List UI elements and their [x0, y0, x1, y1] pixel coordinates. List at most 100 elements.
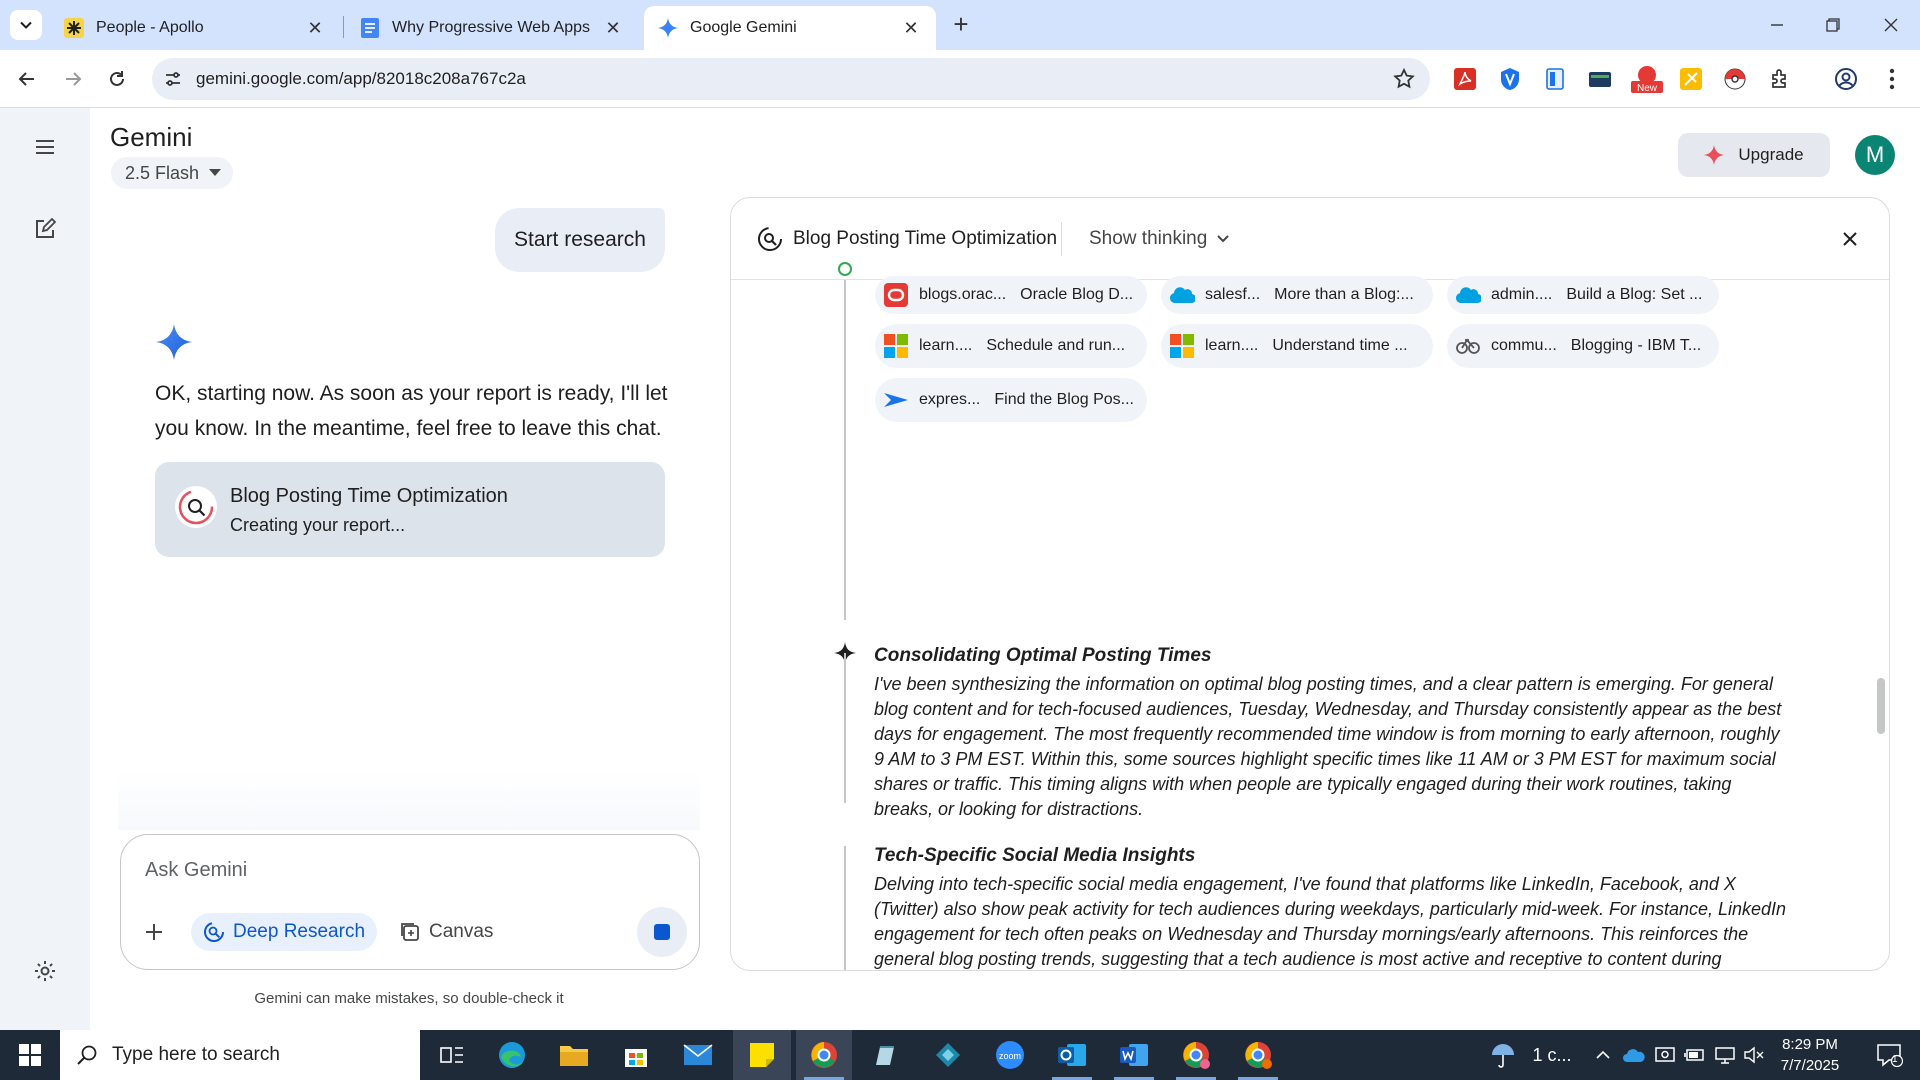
- new-extension-icon[interactable]: New: [1630, 65, 1664, 94]
- back-button[interactable]: [12, 64, 42, 94]
- source-title: Oracle Blog D...: [1020, 286, 1134, 303]
- onedrive-icon[interactable]: [1620, 1030, 1648, 1080]
- task-view-icon: [440, 1047, 463, 1063]
- salesforce-icon: [1455, 282, 1481, 308]
- clock[interactable]: 8:29 PM 7/7/2025: [1768, 1034, 1852, 1076]
- canvas-toggle[interactable]: Canvas: [389, 913, 503, 951]
- source-chip[interactable]: blogs.orac... Oracle Blog D...: [875, 276, 1147, 314]
- source-chip[interactable]: learn.... Understand time ...: [1161, 324, 1433, 368]
- timeline-line: [844, 846, 846, 970]
- panel-title: Blog Posting Time Optimization: [793, 228, 1058, 249]
- user-message: Start research: [495, 208, 665, 272]
- profile-icon[interactable]: [1832, 65, 1860, 93]
- source-chip[interactable]: expres... Find the Blog Pos...: [875, 378, 1147, 422]
- start-button[interactable]: [0, 1030, 60, 1080]
- diamond-app[interactable]: [920, 1030, 976, 1080]
- volume-muted-icon[interactable]: [1741, 1030, 1767, 1080]
- weather-icon[interactable]: [1486, 1030, 1520, 1080]
- close-icon[interactable]: ✕: [900, 17, 922, 39]
- chrome-profile-app[interactable]: [1168, 1030, 1224, 1080]
- upgrade-button[interactable]: Upgrade: [1678, 133, 1830, 177]
- tab-search-button[interactable]: [10, 10, 42, 40]
- browser-tabstrip: People - Apollo ✕ Why Progressive Web Ap…: [0, 0, 1920, 50]
- notification-center-button[interactable]: 1: [1866, 1030, 1912, 1080]
- taskbar-search[interactable]: Type here to search: [60, 1030, 420, 1080]
- mail-app[interactable]: [670, 1030, 726, 1080]
- model-selector[interactable]: 2.5 Flash: [111, 157, 234, 189]
- step-title: Consolidating Optimal Posting Times: [874, 645, 1212, 666]
- chevron-up-icon: [1596, 1050, 1610, 1059]
- disclaimer: Gemini can make mistakes, so double-chec…: [254, 990, 564, 1007]
- source-chip[interactable]: learn.... Schedule and run...: [875, 324, 1147, 368]
- outlook-app[interactable]: [1044, 1030, 1100, 1080]
- sticky-notes-app[interactable]: [733, 1030, 791, 1080]
- main-menu-button[interactable]: [28, 130, 62, 164]
- zoom-app[interactable]: zoom: [982, 1030, 1038, 1080]
- source-title: Schedule and run...: [986, 337, 1126, 354]
- pen-icon: [876, 1046, 894, 1065]
- show-hidden-icons-button[interactable]: [1590, 1030, 1616, 1080]
- tab-apollo[interactable]: People - Apollo ✕: [50, 6, 340, 50]
- source-chip[interactable]: salesf... More than a Blog:...: [1161, 276, 1433, 314]
- pen-app[interactable]: [858, 1030, 914, 1080]
- header-divider: [1061, 222, 1062, 256]
- address-bar[interactable]: gemini.google.com/app/82018c208a767c2a: [152, 58, 1430, 100]
- tab-gemini[interactable]: Google Gemini ✕: [644, 6, 936, 50]
- source-title: Find the Blog Pos...: [994, 391, 1134, 408]
- close-panel-button[interactable]: [1837, 226, 1863, 252]
- pokeball-extension-icon[interactable]: [1721, 65, 1749, 93]
- express-icon: [883, 387, 909, 413]
- new-tab-button[interactable]: +: [948, 11, 974, 38]
- network-icon[interactable]: [1711, 1030, 1739, 1080]
- restore-button[interactable]: [1818, 10, 1848, 40]
- panel-scrollbar[interactable]: [1877, 678, 1885, 734]
- security-icon[interactable]: [1651, 1030, 1679, 1080]
- tag-extension-icon[interactable]: [1677, 65, 1705, 93]
- report-card[interactable]: Blog Posting Time Optimization Creating …: [155, 462, 665, 557]
- site-settings-icon[interactable]: [162, 68, 184, 90]
- battery-icon[interactable]: [1681, 1030, 1709, 1080]
- prompt-box[interactable]: Ask Gemini Deep Research Canvas: [120, 834, 700, 970]
- more-menu-icon[interactable]: [1878, 65, 1906, 93]
- source-chip[interactable]: commu... Blogging - IBM T...: [1447, 324, 1719, 368]
- stop-generation-button[interactable]: [637, 907, 687, 957]
- settings-button[interactable]: [28, 954, 62, 988]
- tab-divider: [343, 16, 344, 38]
- upgrade-label: Upgrade: [1738, 145, 1804, 164]
- show-thinking-toggle[interactable]: Show thinking: [1089, 228, 1230, 250]
- canvas-icon: [401, 923, 419, 941]
- add-attachment-button[interactable]: [137, 915, 171, 949]
- prompt-input[interactable]: Ask Gemini: [145, 859, 247, 882]
- close-icon[interactable]: ✕: [304, 17, 326, 39]
- file-explorer-app[interactable]: [546, 1030, 602, 1080]
- chrome-app[interactable]: [796, 1030, 852, 1080]
- avatar[interactable]: M: [1855, 135, 1895, 175]
- store-app[interactable]: [608, 1030, 664, 1080]
- forward-button[interactable]: [58, 64, 88, 94]
- video-extension-icon[interactable]: [1586, 65, 1614, 93]
- app-title: Gemini: [110, 122, 193, 152]
- task-view-button[interactable]: [424, 1030, 480, 1080]
- close-icon[interactable]: ✕: [602, 17, 624, 39]
- pdf-extension-icon[interactable]: [1451, 65, 1479, 93]
- source-chip[interactable]: admin.... Build a Blog: Set ...: [1447, 276, 1719, 314]
- mail-icon: [683, 1044, 713, 1065]
- bookmark-star-icon[interactable]: [1392, 67, 1416, 91]
- deep-research-toggle[interactable]: Deep Research: [191, 913, 378, 951]
- chrome-profile-app-2[interactable]: [1230, 1030, 1286, 1080]
- url-text[interactable]: gemini.google.com/app/82018c208a767c2a: [196, 69, 526, 89]
- document-extension-icon[interactable]: [1541, 65, 1569, 93]
- diamond-icon: [936, 1043, 960, 1067]
- edge-app[interactable]: [484, 1030, 540, 1080]
- weather-text[interactable]: 1 c...: [1524, 1030, 1580, 1080]
- word-app[interactable]: [1106, 1030, 1162, 1080]
- shield-extension-icon[interactable]: [1496, 65, 1524, 93]
- tab-pwa[interactable]: Why Progressive Web Apps (PV ✕: [346, 6, 638, 50]
- tab-label: Why Progressive Web Apps (PV: [392, 19, 594, 36]
- reload-button[interactable]: [102, 64, 132, 94]
- extensions-puzzle-icon[interactable]: [1766, 65, 1794, 93]
- source-title: Build a Blog: Set ...: [1566, 286, 1703, 303]
- minimize-button[interactable]: [1762, 10, 1792, 40]
- new-chat-button[interactable]: [28, 212, 62, 246]
- close-window-button[interactable]: [1876, 10, 1906, 40]
